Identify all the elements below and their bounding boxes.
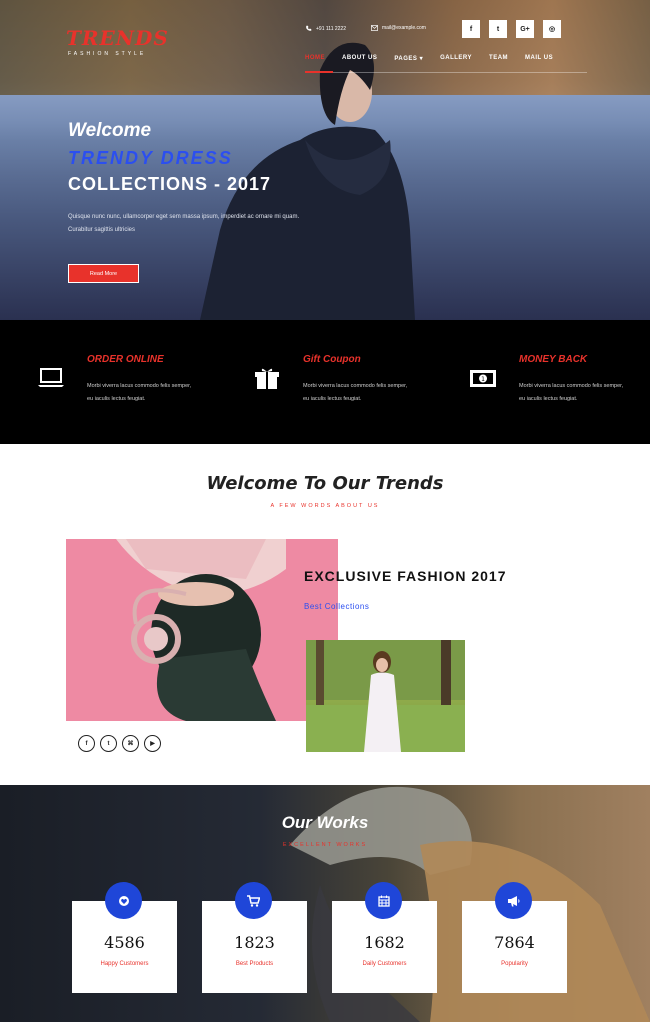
main-navigation: HOME ABOUT US PAGES ▾ GALLERY TEAM MAIL …	[305, 55, 570, 71]
laptop-icon	[38, 368, 64, 387]
envelope-icon	[371, 25, 378, 31]
brand-tagline: FASHION STYLE	[68, 51, 147, 57]
nav-home[interactable]: HOME	[305, 55, 334, 71]
nav-divider	[305, 72, 587, 73]
headphones-model-image	[66, 539, 338, 721]
stat-label: Happy Customers	[100, 961, 149, 967]
feature-title: MONEY BACK	[519, 354, 588, 365]
nav-pages[interactable]: PAGES ▾	[394, 55, 432, 71]
hero-description: Quisque nunc nunc, ullamcorper eget sem …	[68, 214, 300, 233]
nav-active-indicator	[305, 71, 333, 73]
brand-logo[interactable]: TRENDS FASHION STYLE	[66, 26, 169, 57]
vimeo-icon[interactable]: ▶	[144, 735, 161, 752]
works-section-title: Our Works	[281, 813, 369, 832]
hero-heading-welcome: Welcome	[68, 120, 152, 141]
phone-icon	[306, 25, 312, 31]
svg-text:1: 1	[481, 376, 485, 383]
phone-info: +91 111 2222	[305, 25, 346, 32]
stat-badge	[235, 882, 272, 919]
email-info: mail@example.com	[371, 25, 426, 31]
stat-value: 1823	[234, 933, 275, 952]
features-strip: ORDER ONLINE Morbi viverra lacus commodo…	[0, 320, 650, 444]
phone-number: +91 111 2222	[316, 25, 346, 32]
cart-icon	[247, 894, 260, 907]
gift-icon	[255, 368, 279, 389]
social-links-top: f t G+ ◎	[462, 20, 561, 38]
money-icon: 1	[470, 370, 496, 387]
welcome-section-subtitle: A FEW WORDS ABOUT US	[270, 503, 380, 509]
stat-daily-customers: 1682 Daily Customers	[332, 882, 437, 993]
nav-about-us[interactable]: ABOUT US	[342, 55, 386, 71]
welcome-section-title: Welcome To Our Trends	[206, 473, 444, 494]
nav-gallery[interactable]: GALLERY	[440, 55, 481, 71]
feature-text: Morbi viverra lacus commodo felis semper…	[303, 383, 408, 402]
works-section-subtitle: EXCELLENT WORKS	[282, 842, 368, 848]
social-links-middle: f t ⌘ ▶	[78, 735, 161, 752]
feature-title: Gift Coupon	[303, 354, 361, 365]
dribbble-icon[interactable]: ◎	[543, 20, 561, 38]
nav-team[interactable]: TEAM	[489, 55, 517, 71]
stat-label: Daily Customers	[362, 961, 407, 967]
stat-badge	[105, 882, 142, 919]
feature-title: ORDER ONLINE	[87, 354, 164, 365]
park-illustration	[306, 640, 465, 752]
stat-label: Best Products	[235, 961, 274, 967]
hero-heading-collections: COLLECTIONS - 2017	[68, 174, 272, 194]
facebook-icon[interactable]: f	[78, 735, 95, 752]
model-illustration	[116, 539, 286, 721]
feature-text: Morbi viverra lacus commodo felis semper…	[519, 383, 624, 402]
stat-badge	[365, 882, 402, 919]
stat-popularity: 7864 Popularity	[462, 882, 567, 993]
twitter-icon[interactable]: t	[100, 735, 117, 752]
stat-value: 7864	[494, 933, 535, 952]
heart-icon	[118, 895, 129, 906]
google-plus-icon[interactable]: G+	[516, 20, 534, 38]
park-model-image	[306, 640, 465, 752]
hero-heading-trendy: TRENDY DRESS	[68, 148, 233, 168]
best-collections-link[interactable]: Best Collections	[304, 602, 369, 611]
calendar-icon	[377, 895, 390, 907]
exclusive-fashion-heading: EXCLUSIVE FASHION 2017	[304, 568, 507, 584]
nav-mail-us[interactable]: MAIL US	[525, 55, 562, 71]
email-address[interactable]: mail@example.com	[382, 25, 426, 31]
facebook-icon[interactable]: f	[462, 20, 480, 38]
stat-label: Popularity	[501, 961, 528, 967]
brand-name: TRENDS	[66, 26, 169, 50]
stat-happy-customers: 4586 Happy Customers	[72, 882, 177, 993]
read-more-button[interactable]: Read More	[68, 264, 139, 283]
megaphone-icon	[508, 895, 520, 906]
stat-value: 1682	[364, 933, 405, 952]
feature-text: Morbi viverra lacus commodo felis semper…	[87, 383, 192, 402]
twitter-icon[interactable]: t	[489, 20, 507, 38]
stat-badge	[495, 882, 532, 919]
stat-best-products: 1823 Best Products	[202, 882, 307, 993]
rss-icon[interactable]: ⌘	[122, 735, 139, 752]
stat-value: 4586	[104, 933, 145, 952]
